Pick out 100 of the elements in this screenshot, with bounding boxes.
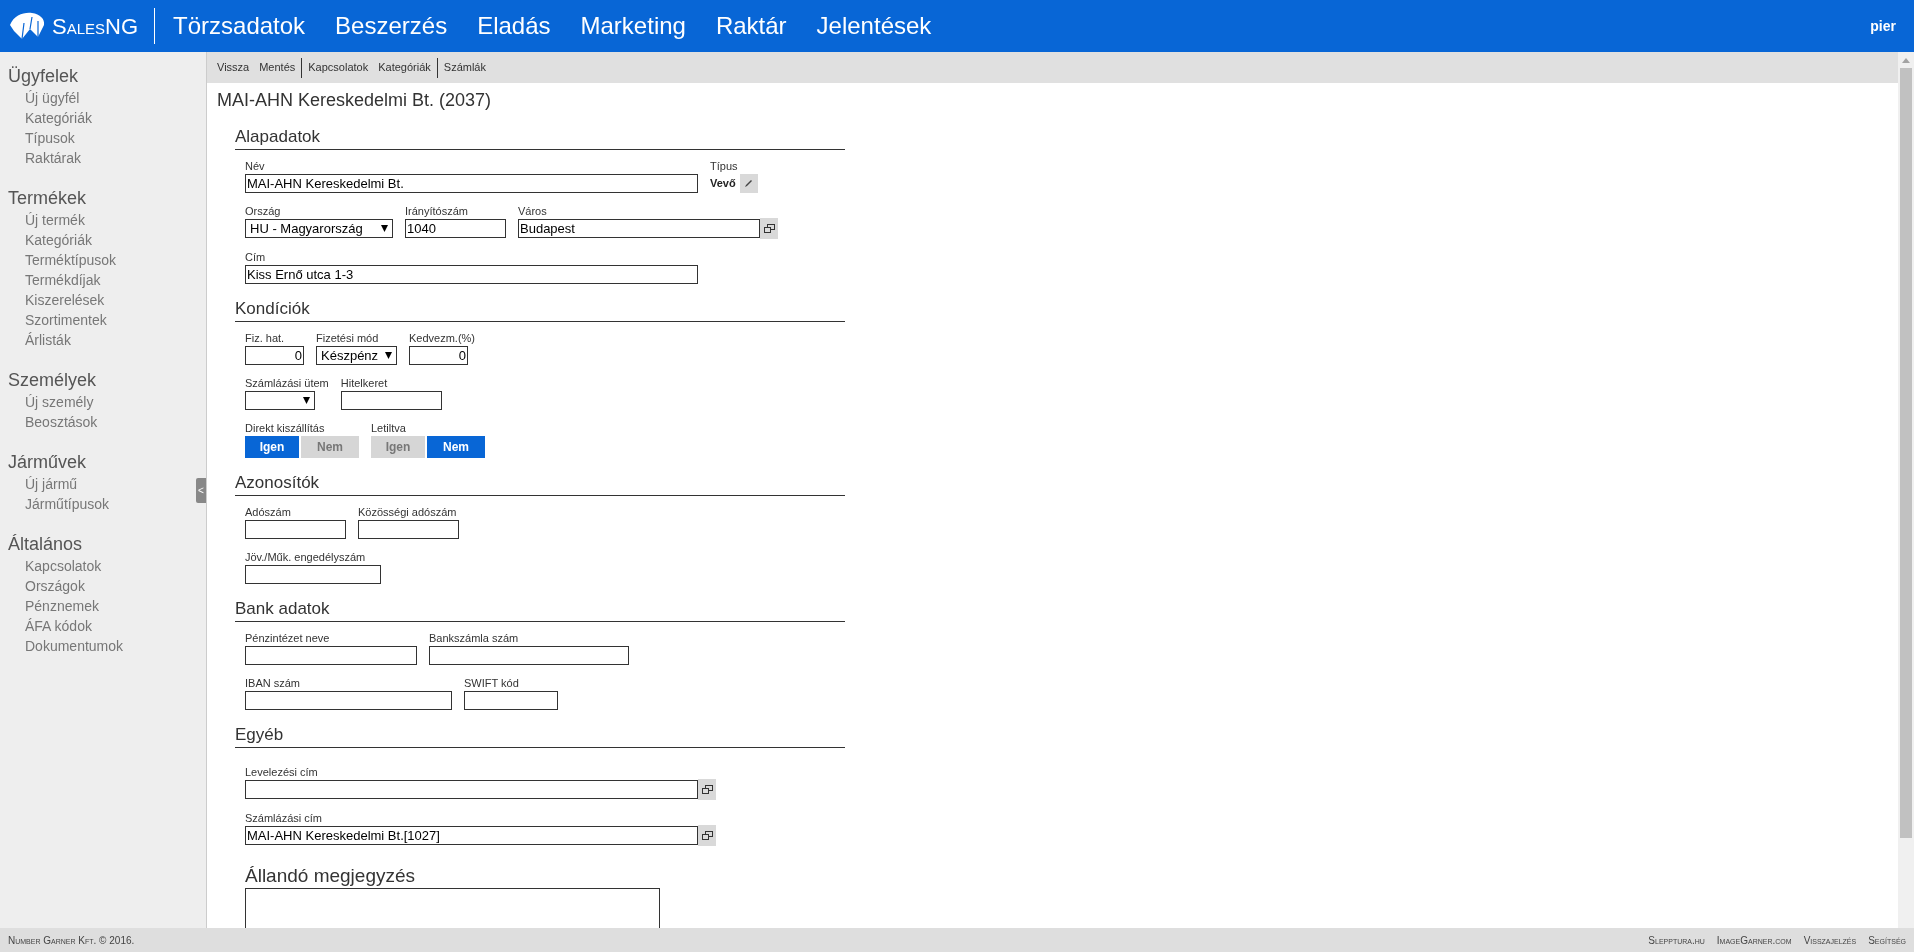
sidebar-item[interactable]: Országok (25, 578, 85, 594)
sidebar-item[interactable]: Kapcsolatok (25, 558, 102, 574)
copyright-text: Number Garner Kft. © 2016. (8, 933, 135, 948)
text-input[interactable] (464, 691, 558, 710)
footer-link[interactable]: Visszajelzés (1803, 932, 1857, 948)
window-icon (763, 224, 775, 233)
field-label: Ország (245, 205, 282, 218)
field-label: Pénzintézet neve (245, 632, 331, 645)
toolbar-button[interactable]: Kategóriák (378, 59, 431, 76)
toggle-option[interactable]: Igen (245, 436, 299, 458)
footer-link[interactable]: Segítség (1868, 932, 1906, 948)
field-label: IBAN szám (245, 677, 301, 690)
nav-link[interactable]: Törzsadatok (173, 8, 306, 44)
text-input[interactable]: MAI-AHN Kereskedelmi Bt.[1027] (245, 826, 698, 845)
sidebar-item[interactable]: Kategóriák (25, 110, 92, 126)
scroll-thumb[interactable] (1900, 68, 1912, 838)
text-input[interactable] (245, 780, 698, 799)
scroll-up-icon (1902, 58, 1910, 63)
field-label: Direkt kiszállítás (245, 422, 326, 435)
sidebar-item[interactable]: Új ügyfél (25, 90, 80, 106)
field-label: Bankszámla szám (429, 632, 520, 645)
text-input[interactable]: 1040 (405, 219, 506, 238)
toolbar-button[interactable]: Vissza (217, 59, 250, 76)
sidebar-item[interactable]: Típusok (25, 130, 75, 146)
sidebar-item[interactable]: Új jármű (25, 476, 78, 492)
footer-link[interactable]: ImageGarner.com (1716, 932, 1792, 948)
nav-link[interactable]: Marketing (580, 8, 686, 44)
sidebar-heading: Személyek (8, 369, 98, 392)
field-label: Típus (710, 160, 739, 173)
toggle-option[interactable]: Igen (371, 436, 425, 458)
text-input[interactable]: 0 (409, 346, 468, 365)
text-input[interactable] (340, 391, 442, 410)
window-icon (701, 785, 713, 794)
pencil-icon (744, 179, 754, 188)
text-input[interactable]: 0 (245, 346, 304, 365)
footer-link[interactable]: Slepptura.hu (1648, 932, 1705, 948)
text-input[interactable] (245, 691, 452, 710)
sidebar-item[interactable]: Járműtípusok (25, 496, 110, 512)
lookup-button[interactable] (760, 218, 778, 239)
field-label: Fiz. hat. (245, 332, 286, 345)
text-input[interactable] (245, 565, 381, 584)
sidebar-item[interactable]: Szortimentek (25, 312, 107, 328)
sidebar-item[interactable]: Új személy (25, 394, 94, 410)
sidebar-item[interactable]: Beosztások (25, 414, 98, 430)
caret-icon (303, 397, 310, 404)
toggle-option[interactable]: Nem (301, 436, 359, 458)
lookup-button[interactable] (698, 825, 716, 846)
text-input[interactable]: MAI-AHN Kereskedelmi Bt. (245, 174, 698, 193)
toolbar-button[interactable]: Kapcsolatok (308, 59, 369, 76)
window-icon (701, 831, 713, 840)
logo-icon (8, 11, 46, 41)
field-label: Város (518, 205, 548, 218)
field-label: Irányítószám (405, 205, 469, 218)
notes-heading: Állandó megjegyzés (245, 864, 417, 888)
field-label: Név (245, 160, 266, 173)
page-title: MAI-AHN Kereskedelmi Bt. (2037) (217, 89, 493, 112)
text-input[interactable] (429, 646, 629, 665)
section-heading: Egyéb (235, 724, 845, 748)
sidebar-item[interactable]: Terméktípusok (25, 252, 117, 268)
sidebar-item[interactable]: ÁFA kódok (25, 618, 92, 634)
sidebar-item[interactable]: Pénznemek (25, 598, 99, 614)
section-heading: Kondíciók (235, 298, 845, 322)
select-field[interactable] (245, 391, 315, 410)
field-label: SWIFT kód (464, 677, 520, 690)
text-input[interactable] (245, 646, 417, 665)
scrollbar[interactable] (1898, 52, 1914, 928)
nav-link[interactable]: Raktár (715, 8, 787, 44)
sidebar-item[interactable]: Dokumentumok (25, 638, 124, 654)
section-heading: Azonosítók (235, 472, 845, 496)
caret-icon (381, 225, 388, 232)
text-input[interactable]: Kiss Ernő utca 1-3 (245, 265, 698, 284)
select-field[interactable]: Készpénz (316, 346, 397, 365)
sidebar-item[interactable]: Termékdíjak (25, 272, 101, 288)
sidebar-item[interactable]: Árlisták (25, 332, 71, 348)
nav-link[interactable]: Eladás (477, 8, 551, 44)
field-label: Közösségi adószám (358, 506, 458, 519)
toolbar-button[interactable]: Mentés (259, 59, 296, 76)
user-name[interactable]: pier (1870, 15, 1914, 37)
nav-link[interactable]: Beszerzés (335, 8, 448, 44)
type-value: Vevő (710, 176, 736, 192)
text-input[interactable]: Budapest (518, 219, 760, 238)
sidebar-item[interactable]: Kategóriák (25, 232, 92, 248)
sidebar-heading: Általános (8, 533, 84, 556)
sidebar-item[interactable]: Raktárak (25, 150, 82, 166)
section-heading: Alapadatok (235, 126, 845, 150)
logo-text: SalesNG (52, 12, 139, 41)
field-label: Levelezési cím (245, 766, 319, 779)
text-input[interactable] (245, 520, 346, 539)
edit-button[interactable] (739, 174, 758, 193)
sidebar-heading: Ügyfelek (8, 65, 80, 88)
nav-link[interactable]: Jelentések (816, 8, 932, 44)
toggle-option[interactable]: Nem (427, 436, 485, 458)
field-label: Cím (245, 251, 267, 264)
select-field[interactable]: HU - Magyarország (245, 219, 393, 238)
text-input[interactable] (358, 520, 459, 539)
sidebar-item[interactable]: Új termék (25, 212, 85, 228)
sidebar-item[interactable]: Kiszerelések (25, 292, 105, 308)
lookup-button[interactable] (698, 779, 716, 800)
toolbar-button[interactable]: Számlák (443, 59, 486, 76)
collapse-handle[interactable]: < (196, 478, 206, 503)
